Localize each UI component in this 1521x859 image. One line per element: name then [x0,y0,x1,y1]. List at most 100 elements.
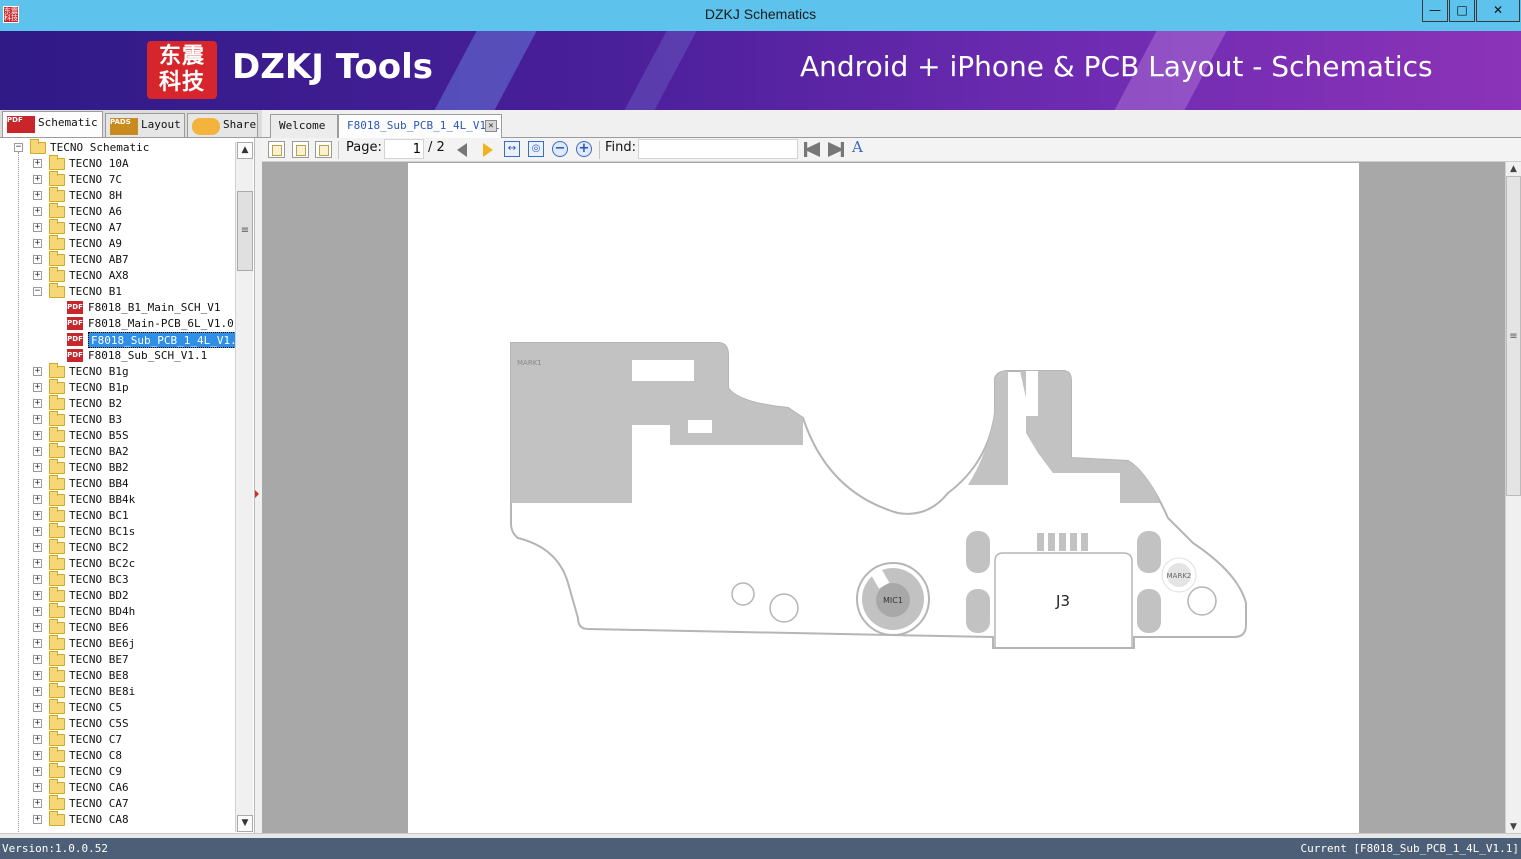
expand-icon[interactable]: + [33,159,42,168]
tree-item-folder[interactable]: + TECNO C9 [0,763,235,780]
expand-icon[interactable]: + [33,479,42,488]
expand-icon[interactable]: + [33,751,42,760]
tree-item-folder[interactable]: + TECNO B2 [0,395,235,412]
collapse-arrow-icon[interactable] [255,490,259,498]
tree-root[interactable]: − TECNO Schematic [0,139,235,156]
tree-item-file[interactable]: PDF F8018_Sub_PCB_1_4L_V1.1 [0,332,247,348]
tree-item-folder[interactable]: + TECNO B1g [0,363,235,380]
tree-item-folder[interactable]: + TECNO BB4k [0,491,235,508]
expand-icon[interactable]: + [33,767,42,776]
tab-welcome[interactable]: Welcome [270,114,338,138]
tree-item-folder[interactable]: − TECNO B1 [0,283,235,300]
tree-item-folder[interactable]: + TECNO B1p [0,379,235,396]
tree-item-folder[interactable]: + TECNO BE6j [0,635,235,652]
tree-item-folder[interactable]: + TECNO BB4 [0,475,235,492]
expand-icon[interactable]: + [33,783,42,792]
expand-icon[interactable]: + [33,591,42,600]
tree-item-folder[interactable]: + TECNO AB7 [0,251,235,268]
collapse-icon[interactable]: − [33,287,42,296]
expand-icon[interactable]: + [33,511,42,520]
two-page-icon[interactable] [315,141,332,158]
expand-icon[interactable]: + [33,399,42,408]
scroll-up-icon[interactable]: ▲ [237,142,253,159]
tree-scrollbar[interactable]: ▲ ≡ ▼ [235,142,253,832]
expand-icon[interactable]: + [33,431,42,440]
tree-item-folder[interactable]: + TECNO C5 [0,699,235,716]
expand-icon[interactable]: + [33,559,42,568]
expand-icon[interactable]: + [33,415,42,424]
scroll-thumb[interactable]: ≡ [1506,176,1521,496]
tab-share[interactable]: Share [187,113,258,137]
tree-item-folder[interactable]: + TECNO BE8i [0,683,235,700]
expand-icon[interactable]: + [33,639,42,648]
tree-item-folder[interactable]: + TECNO BC2 [0,539,235,556]
tree-item-folder[interactable]: + TECNO BD2 [0,587,235,604]
tab-schematic[interactable]: PDF Schematic [2,111,103,137]
expand-icon[interactable]: + [33,367,42,376]
expand-icon[interactable]: + [33,687,42,696]
tree-item-folder[interactable]: + TECNO BA2 [0,443,235,460]
tree-item-folder[interactable]: + TECNO 8H [0,187,235,204]
tab-layout[interactable]: PADS Layout [105,113,185,137]
tree-item-folder[interactable]: + TECNO CA6 [0,779,235,796]
previous-page-icon[interactable] [457,143,467,157]
tree-item-folder[interactable]: + TECNO C5S [0,715,235,732]
expand-icon[interactable]: + [33,463,42,472]
tree-item-folder[interactable]: + TECNO BD4h [0,603,235,620]
expand-icon[interactable]: + [33,495,42,504]
expand-icon[interactable]: + [33,239,42,248]
tree-item-file[interactable]: PDF F8018_Main-PCB_6L_V1.0 [0,316,235,332]
tree-item-file[interactable]: PDF F8018_Sub_SCH_V1.1 [0,348,235,364]
highlight-text-icon[interactable]: A [852,138,863,156]
expand-icon[interactable]: + [33,191,42,200]
expand-icon[interactable]: + [33,207,42,216]
open-document-icon[interactable] [268,141,285,158]
expand-icon[interactable]: + [33,655,42,664]
expand-icon[interactable]: + [33,383,42,392]
tree-item-folder[interactable]: + TECNO A6 [0,203,235,220]
tree-item-folder[interactable]: + TECNO BE8 [0,667,235,684]
page-number-input[interactable] [384,139,424,159]
tree-item-folder[interactable]: + TECNO BC3 [0,571,235,588]
tree-item-folder[interactable]: + TECNO BC1s [0,523,235,540]
tree-item-folder[interactable]: + TECNO C8 [0,747,235,764]
expand-icon[interactable]: + [33,671,42,680]
expand-icon[interactable]: + [33,799,42,808]
tree-item-folder[interactable]: + TECNO BB2 [0,459,235,476]
tree-item-folder[interactable]: + TECNO BE6 [0,619,235,636]
close-button[interactable]: ✕ [1476,0,1520,22]
minimize-button[interactable]: — [1422,0,1448,22]
expand-icon[interactable]: + [33,719,42,728]
collapse-icon[interactable]: − [14,143,23,152]
tab-current-document[interactable]: F8018_Sub_PCB_1_4L_V1.1 ✕ [338,114,502,138]
expand-icon[interactable]: + [33,175,42,184]
zoom-in-icon[interactable]: + [576,141,592,157]
next-page-icon[interactable] [483,143,493,157]
tree-item-folder[interactable]: + TECNO C7 [0,731,235,748]
expand-icon[interactable]: + [33,623,42,632]
expand-icon[interactable]: + [33,575,42,584]
zoom-out-icon[interactable]: − [552,141,568,157]
tree-item-folder[interactable]: + TECNO CA7 [0,795,235,812]
single-page-icon[interactable] [292,141,309,158]
tree-item-folder[interactable]: + TECNO BC1 [0,507,235,524]
tree-item-folder[interactable]: + TECNO 10A [0,155,235,172]
expand-icon[interactable]: + [33,271,42,280]
scroll-up-icon[interactable]: ▲ [1506,162,1521,177]
expand-icon[interactable]: + [33,527,42,536]
expand-icon[interactable]: + [33,223,42,232]
find-previous-icon[interactable] [804,142,820,157]
tree-item-folder[interactable]: + TECNO CA8 [0,811,235,828]
scroll-down-icon[interactable]: ▼ [237,815,253,832]
tree-item-folder[interactable]: + TECNO BC2c [0,555,235,572]
expand-icon[interactable]: + [33,447,42,456]
find-input[interactable] [638,139,798,159]
document-viewer[interactable]: MARK1 MIC1 J3 MARK2 [262,162,1505,833]
tree-item-folder[interactable]: + TECNO A7 [0,219,235,236]
expand-icon[interactable]: + [33,255,42,264]
panel-splitter[interactable] [255,138,262,833]
maximize-button[interactable]: □ [1449,0,1475,22]
scroll-thumb[interactable]: ≡ [237,191,253,271]
tree-item-file[interactable]: PDF F8018_B1_Main_SCH_V1 [0,300,235,316]
viewer-scrollbar[interactable]: ▲ ≡ ▼ [1505,162,1521,835]
